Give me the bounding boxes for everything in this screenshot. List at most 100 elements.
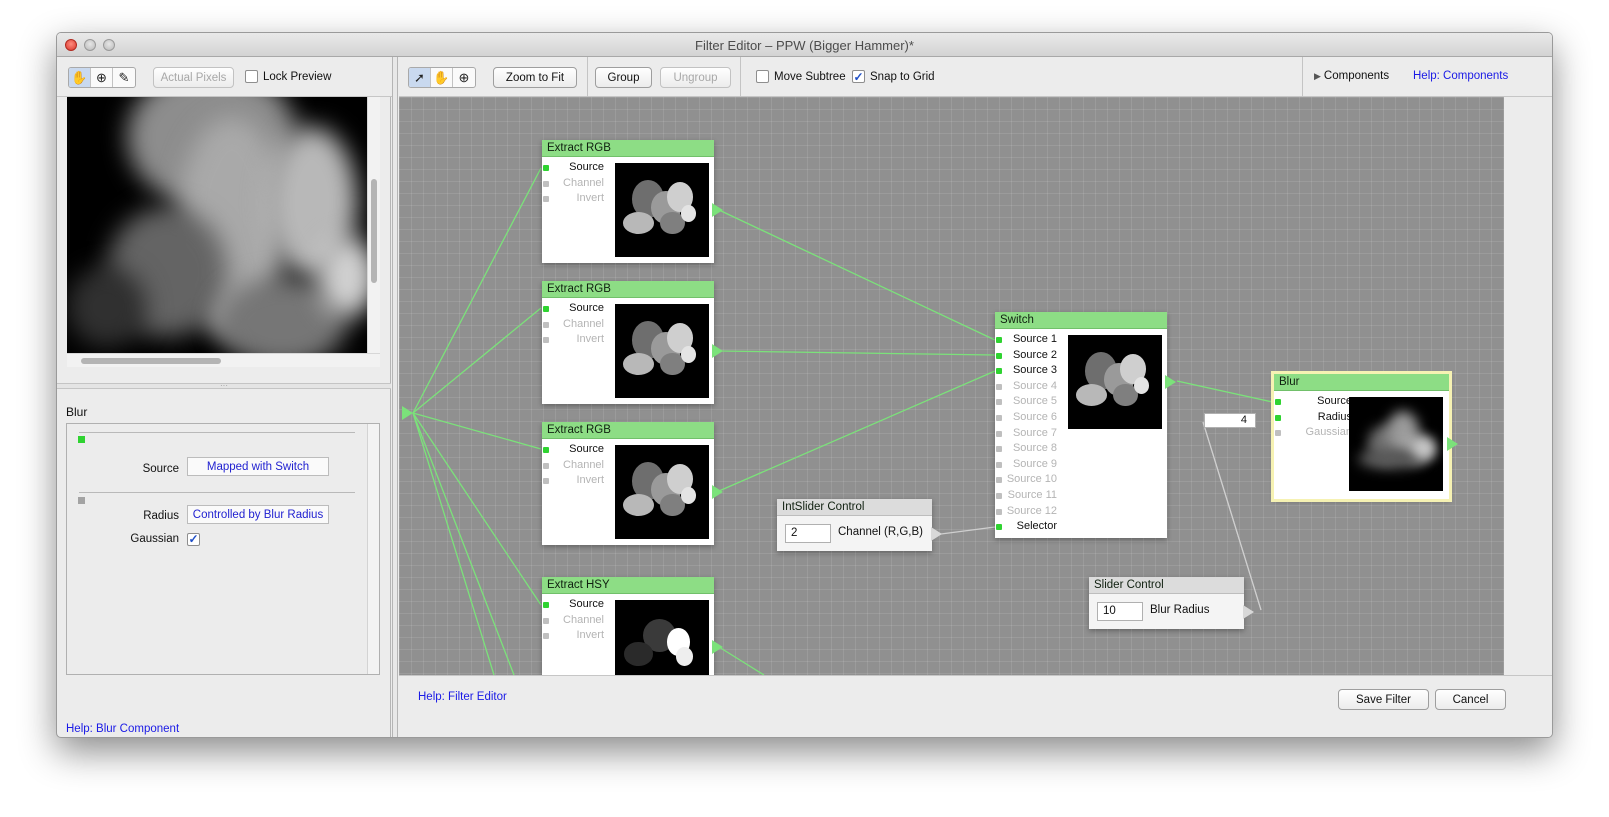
- int-slider-node[interactable]: IntSlider Control 2 Channel (R,G,B): [777, 499, 932, 551]
- port-connector-icon[interactable]: [543, 165, 549, 171]
- port-label: Source 11: [1007, 489, 1057, 501]
- node-title: Blur: [1274, 374, 1449, 391]
- preview-splitter[interactable]: ···: [57, 382, 391, 390]
- port-label: Invert: [576, 474, 604, 487]
- group-button[interactable]: Group: [595, 67, 652, 88]
- extract-rgb-2-node[interactable]: Extract RGB Source Channel Invert: [542, 281, 714, 404]
- port-connector-icon[interactable]: [996, 337, 1002, 343]
- hand-icon[interactable]: ✋: [431, 68, 453, 87]
- port-connector-icon[interactable]: [543, 462, 549, 469]
- port-connector-icon[interactable]: [1275, 430, 1281, 437]
- port-connector-icon[interactable]: [996, 352, 1002, 359]
- port-connector-icon[interactable]: [543, 602, 549, 608]
- port-connector-icon[interactable]: [543, 180, 549, 187]
- preview-toolbar: ✋ ⊕ ✎ Actual Pixels Lock Preview: [57, 57, 392, 97]
- lock-preview-box[interactable]: [245, 70, 258, 83]
- switch-node[interactable]: Switch Source 1 Source 2 Source 3 Source 4 So…: [995, 312, 1167, 538]
- control-output-icon[interactable]: [1243, 605, 1254, 619]
- move-subtree-label: Move Subtree: [774, 70, 846, 83]
- port-connector-icon[interactable]: [996, 493, 1002, 499]
- port-connector-icon[interactable]: [543, 633, 549, 640]
- output-port-icon[interactable]: [712, 203, 723, 217]
- input-source-triangle-icon: [402, 406, 413, 420]
- cancel-button[interactable]: Cancel: [1435, 689, 1506, 710]
- help-blur-component-link[interactable]: Help: Blur Component: [66, 723, 179, 735]
- port-label: Source 5: [1012, 395, 1057, 408]
- port-connector-icon[interactable]: [543, 447, 549, 453]
- node-canvas[interactable]: Extract RGB Source Channel Invert Extract RG…: [399, 97, 1504, 675]
- blur-node[interactable]: Blur Source Radius Gaussian: [1271, 371, 1452, 502]
- source-label: Source: [142, 463, 179, 475]
- zoom-icon[interactable]: ⊕: [453, 68, 475, 87]
- port-connector-icon[interactable]: [996, 524, 1002, 531]
- hand-icon[interactable]: ✋: [69, 68, 91, 87]
- port-connector-icon[interactable]: [996, 446, 1002, 453]
- port-connector-icon[interactable]: [996, 383, 1002, 390]
- eyedropper-icon[interactable]: ✎: [113, 68, 135, 87]
- extract-rgb-3-node[interactable]: Extract RGB Source Channel Invert: [542, 422, 714, 545]
- filter-editor-window: Filter Editor – PPW (Bigger Hammer)* ✋ ⊕…: [56, 32, 1553, 738]
- move-subtree-box[interactable]: [756, 70, 769, 83]
- port-label: Source 3: [1012, 364, 1057, 377]
- window-title: Filter Editor – PPW (Bigger Hammer)*: [695, 38, 914, 53]
- preview-vertical-scrollbar[interactable]: [367, 97, 380, 353]
- port-connector-icon[interactable]: [996, 399, 1002, 406]
- toolbar-divider: [1302, 57, 1303, 97]
- components-disclosure[interactable]: ▶ Components: [1314, 70, 1389, 82]
- port-connector-icon[interactable]: [1275, 414, 1281, 421]
- port-connector-icon[interactable]: [543, 478, 549, 485]
- move-subtree-checkbox[interactable]: Move Subtree: [756, 70, 846, 83]
- output-port-icon[interactable]: [712, 485, 723, 499]
- source-value-field[interactable]: Mapped with Switch: [187, 457, 329, 476]
- port-label: Source 8: [1012, 442, 1057, 455]
- control-value-field[interactable]: 10: [1097, 602, 1143, 621]
- port-connector-icon[interactable]: [543, 337, 549, 344]
- snap-to-grid-checkbox[interactable]: ✓ Snap to Grid: [852, 70, 935, 83]
- port-connector-icon[interactable]: [543, 321, 549, 328]
- actual-pixels-button[interactable]: Actual Pixels: [153, 67, 234, 88]
- snap-to-grid-box[interactable]: ✓: [852, 70, 865, 83]
- port-label: Source: [569, 302, 604, 314]
- port-label: Invert: [576, 192, 604, 205]
- help-components-link[interactable]: Help: Components: [1413, 70, 1508, 82]
- port-connector-icon[interactable]: [996, 415, 1002, 421]
- preview-horizontal-scrollbar[interactable]: [67, 353, 380, 367]
- slider-node[interactable]: Slider Control 10 Blur Radius: [1089, 577, 1244, 629]
- port-label: Source 7: [1012, 426, 1057, 439]
- help-filter-editor-link[interactable]: Help: Filter Editor: [418, 691, 507, 703]
- port-connector-icon[interactable]: [996, 477, 1002, 484]
- output-port-icon[interactable]: [1165, 375, 1176, 389]
- lock-preview-checkbox[interactable]: Lock Preview: [245, 70, 331, 83]
- output-port-icon[interactable]: [1447, 437, 1458, 451]
- port-label: Gaussian: [1305, 426, 1352, 439]
- port-connector-icon[interactable]: [1275, 399, 1281, 405]
- output-port-icon[interactable]: [712, 640, 723, 654]
- port-connector-icon[interactable]: [996, 508, 1002, 515]
- node-thumbnail: [615, 445, 709, 539]
- pane-splitter[interactable]: [392, 57, 398, 737]
- inspector-scrollbar[interactable]: [367, 424, 379, 674]
- port-connector-icon[interactable]: [543, 617, 549, 624]
- port-connector-icon[interactable]: [543, 196, 549, 203]
- port-connector-icon[interactable]: [996, 461, 1002, 468]
- zoom-to-fit-button[interactable]: Zoom to Fit: [493, 67, 577, 88]
- port-connector-icon[interactable]: [543, 306, 549, 312]
- control-value-field[interactable]: 2: [785, 524, 831, 543]
- toolbar-divider: [587, 57, 588, 97]
- extract-rgb-1-node[interactable]: Extract RGB Source Channel Invert: [542, 140, 714, 263]
- gaussian-box[interactable]: ✓: [187, 532, 200, 546]
- radius-value-field[interactable]: Controlled by Blur Radius: [187, 505, 329, 524]
- ungroup-button[interactable]: Ungroup: [660, 67, 731, 88]
- port-connector-icon[interactable]: [996, 368, 1002, 375]
- blur-radius-value-field[interactable]: 4: [1204, 413, 1256, 428]
- port-connector-icon[interactable]: [996, 430, 1002, 437]
- inspector-title: Blur: [66, 405, 88, 419]
- pointer-icon[interactable]: ➚: [409, 68, 431, 87]
- gaussian-checkbox[interactable]: ✓: [187, 530, 205, 548]
- zoom-icon[interactable]: ⊕: [91, 68, 113, 87]
- save-filter-button[interactable]: Save Filter: [1338, 689, 1429, 710]
- output-port-icon[interactable]: [712, 344, 723, 358]
- port-label: Source 2: [1012, 348, 1057, 361]
- control-output-icon[interactable]: [931, 527, 942, 541]
- extract-hsy-node[interactable]: Extract HSY Source Channel Invert: [542, 577, 714, 675]
